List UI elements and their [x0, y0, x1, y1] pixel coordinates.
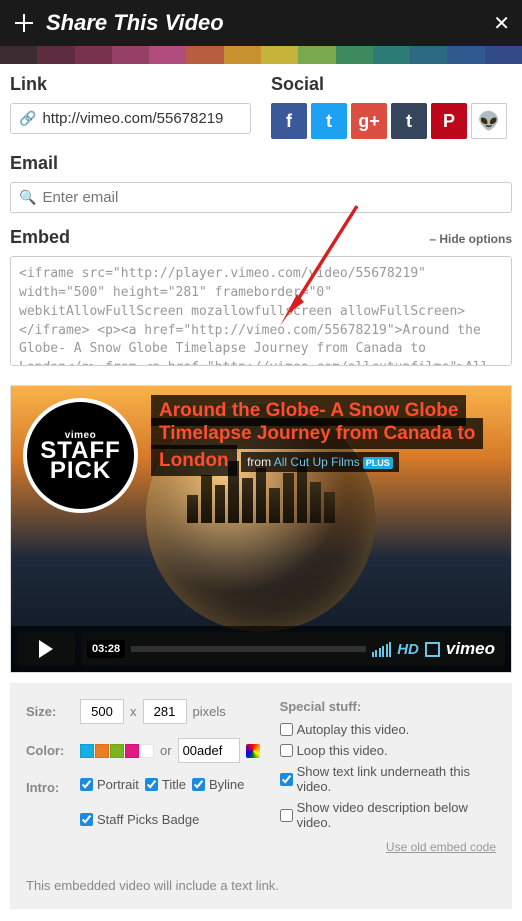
dialog-header: Share This Video ✕ [0, 0, 522, 46]
embed-code-textarea[interactable] [10, 256, 512, 366]
staff-badge-row: Staff Picks Badge [80, 812, 260, 833]
color-row: Color: or [26, 738, 260, 763]
hd-toggle[interactable]: HD [397, 641, 419, 658]
color-label: Color: [26, 743, 74, 758]
autoplay-checkbox[interactable]: Autoplay this video. [280, 722, 496, 737]
size-suffix: pixels [193, 704, 226, 719]
size-x: x [130, 704, 137, 719]
color-swatch[interactable] [125, 744, 139, 758]
staff-badge-checkbox[interactable]: Staff Picks Badge [80, 812, 199, 827]
play-icon [39, 640, 53, 658]
player-controls: 03:28 HD vimeo [11, 626, 511, 672]
video-byline: from All Cut Up FilmsPLUS [241, 452, 399, 472]
plus-badge: PLUS [363, 457, 393, 469]
color-picker-icon[interactable] [246, 744, 260, 758]
googleplus-icon[interactable]: g+ [351, 103, 387, 139]
intro-label: Intro: [26, 780, 74, 795]
social-label: Social [271, 74, 512, 95]
portrait-checkbox[interactable]: Portrait [80, 777, 139, 792]
vimeo-logo[interactable]: vimeo [446, 639, 495, 659]
link-input[interactable] [42, 110, 242, 127]
share-icon [12, 11, 36, 35]
facebook-icon[interactable]: f [271, 103, 307, 139]
special-label: Special stuff: [280, 699, 496, 714]
hex-input[interactable] [178, 738, 240, 763]
color-swatch[interactable] [95, 744, 109, 758]
progress-bar[interactable] [131, 646, 366, 652]
tumblr-icon[interactable]: t [391, 103, 427, 139]
social-section: Social ftg+tP👽 [271, 74, 512, 139]
height-input[interactable] [143, 699, 187, 724]
progress-wrap[interactable]: 03:28 HD vimeo [81, 632, 505, 666]
badge-pick: PICK [50, 461, 111, 481]
staff-pick-badge: vimeo STAFF PICK [23, 398, 138, 513]
color-strip [0, 46, 522, 64]
color-or: or [160, 743, 172, 758]
width-input[interactable] [80, 699, 124, 724]
hide-options-link[interactable]: – Hide options [429, 232, 512, 246]
close-icon[interactable]: ✕ [493, 11, 510, 36]
reddit-icon[interactable]: 👽 [471, 103, 507, 139]
search-icon: 🔍 [19, 189, 36, 206]
embed-options-panel: Size: x pixels Color: or Intro: Portrait [10, 683, 512, 909]
link-section: Link 🔗 [10, 74, 251, 139]
duration-badge: 03:28 [87, 640, 125, 658]
footer-note: This embedded video will include a text … [26, 878, 496, 893]
volume-icon[interactable] [372, 641, 392, 657]
embed-label: Embed [10, 227, 70, 248]
video-player-preview: vimeo STAFF PICK Around the Globe- A Sno… [10, 385, 512, 673]
email-box[interactable]: 🔍 [10, 182, 512, 213]
link-box[interactable]: 🔗 [10, 103, 251, 134]
pinterest-icon[interactable]: P [431, 103, 467, 139]
intro-row: Intro: Portrait Title Byline [26, 777, 260, 798]
from-prefix: from [247, 455, 274, 469]
byline-checkbox[interactable]: Byline [192, 777, 244, 792]
color-swatch[interactable] [140, 744, 154, 758]
play-button[interactable] [17, 632, 75, 666]
use-old-embed-link[interactable]: Use old embed code [280, 840, 496, 854]
textlink-checkbox[interactable]: Show text link underneath this video. [280, 764, 496, 794]
description-checkbox[interactable]: Show video description below video. [280, 800, 496, 830]
email-section: Email 🔍 [10, 153, 512, 213]
dialog-title: Share This Video [46, 10, 224, 36]
embed-section: Embed – Hide options [10, 227, 512, 371]
fullscreen-icon[interactable] [425, 642, 440, 657]
loop-checkbox[interactable]: Loop this video. [280, 743, 496, 758]
color-swatch[interactable] [80, 744, 94, 758]
video-author-link[interactable]: All Cut Up Films [274, 455, 360, 469]
size-label: Size: [26, 704, 74, 719]
twitter-icon[interactable]: t [311, 103, 347, 139]
link-icon: 🔗 [19, 110, 36, 127]
email-label: Email [10, 153, 512, 174]
video-meta: Around the Globe- A Snow Globe Timelapse… [151, 400, 497, 472]
dialog-title-wrap: Share This Video [12, 10, 224, 36]
title-checkbox[interactable]: Title [145, 777, 186, 792]
link-label: Link [10, 74, 251, 95]
email-input[interactable] [42, 189, 503, 206]
color-swatch[interactable] [110, 744, 124, 758]
size-row: Size: x pixels [26, 699, 260, 724]
